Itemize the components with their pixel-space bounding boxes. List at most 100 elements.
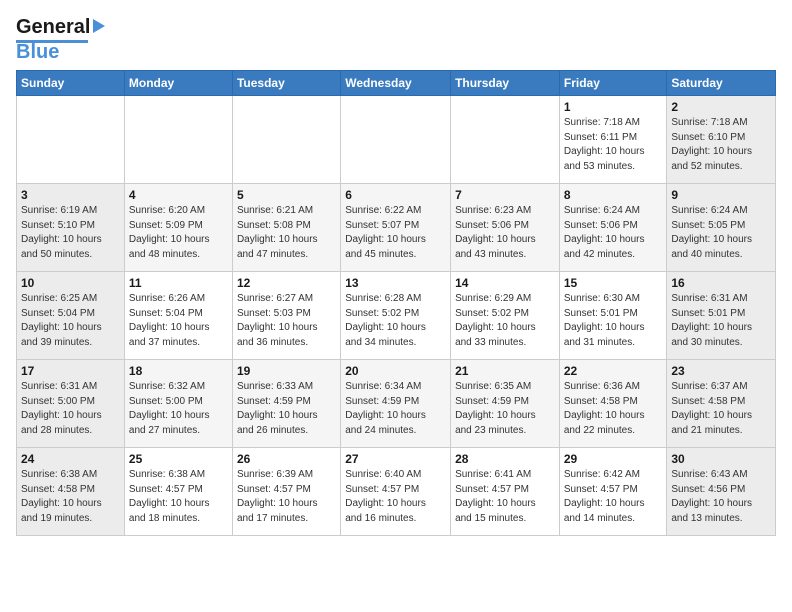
day-info: Sunrise: 6:31 AM Sunset: 5:01 PM Dayligh… xyxy=(671,292,771,350)
calendar-cell: 18 Sunrise: 6:32 AM Sunset: 5:00 PM Dayli… xyxy=(124,360,232,448)
calendar-cell: 11 Sunrise: 6:26 AM Sunset: 5:04 PM Dayli… xyxy=(124,272,232,360)
logo-blue: Blue xyxy=(16,41,59,64)
weekday-header: Thursday xyxy=(451,71,560,96)
day-number: 14 xyxy=(455,276,555,290)
page: General Blue SundayMondayTuesdayWednesda… xyxy=(0,0,792,552)
calendar-cell: 16 Sunrise: 6:31 AM Sunset: 5:01 PM Dayli… xyxy=(667,272,776,360)
calendar-cell: 15Sunrise: 6:30 AM Sunset: 5:01 PM Dayli… xyxy=(559,272,667,360)
calendar-cell: 30 Sunrise: 6:43 AM Sunset: 4:56 PM Dayli… xyxy=(667,448,776,536)
day-number: 2 xyxy=(671,100,771,114)
calendar-cell: 5 Sunrise: 6:21 AM Sunset: 5:08 PM Daylig… xyxy=(232,184,340,272)
calendar-week-row: 3Sunrise: 6:19 AM Sunset: 5:10 PM Daylig… xyxy=(17,184,776,272)
day-info: Sunrise: 6:42 AM Sunset: 4:57 PM Dayligh… xyxy=(564,468,663,526)
day-info: Sunrise: 6:28 AM Sunset: 5:02 PM Dayligh… xyxy=(345,292,446,350)
calendar-cell: 25 Sunrise: 6:38 AM Sunset: 4:57 PM Dayli… xyxy=(124,448,232,536)
day-info: Sunrise: 6:25 AM Sunset: 5:04 PM Dayligh… xyxy=(21,292,120,350)
day-number: 30 xyxy=(671,452,771,466)
day-number: 18 xyxy=(129,364,228,378)
calendar-cell: 21 Sunrise: 6:35 AM Sunset: 4:59 PM Dayli… xyxy=(451,360,560,448)
day-number: 19 xyxy=(237,364,336,378)
calendar-cell: 13 Sunrise: 6:28 AM Sunset: 5:02 PM Dayli… xyxy=(341,272,451,360)
day-info: Sunrise: 6:24 AM Sunset: 5:06 PM Dayligh… xyxy=(564,204,663,262)
calendar-cell: 6Sunrise: 6:22 AM Sunset: 5:07 PM Daylig… xyxy=(341,184,451,272)
day-number: 16 xyxy=(671,276,771,290)
day-info: Sunrise: 7:18 AM Sunset: 6:11 PM Dayligh… xyxy=(564,116,663,174)
calendar-week-row: 1 Sunrise: 7:18 AM Sunset: 6:11 PM Daylig… xyxy=(17,96,776,184)
calendar: SundayMondayTuesdayWednesdayThursdayFrid… xyxy=(16,70,776,536)
day-info: Sunrise: 6:41 AM Sunset: 4:57 PM Dayligh… xyxy=(455,468,555,526)
day-number: 22 xyxy=(564,364,663,378)
calendar-cell: 10 Sunrise: 6:25 AM Sunset: 5:04 PM Dayli… xyxy=(17,272,125,360)
calendar-cell: 4 Sunrise: 6:20 AM Sunset: 5:09 PM Daylig… xyxy=(124,184,232,272)
day-number: 1 xyxy=(564,100,663,114)
day-number: 26 xyxy=(237,452,336,466)
calendar-cell: 2Sunrise: 7:18 AM Sunset: 6:10 PM Daylig… xyxy=(667,96,776,184)
day-info: Sunrise: 6:30 AM Sunset: 5:01 PM Dayligh… xyxy=(564,292,663,350)
day-number: 23 xyxy=(671,364,771,378)
day-number: 20 xyxy=(345,364,446,378)
weekday-header: Saturday xyxy=(667,71,776,96)
day-number: 11 xyxy=(129,276,228,290)
day-info: Sunrise: 6:38 AM Sunset: 4:58 PM Dayligh… xyxy=(21,468,120,526)
calendar-cell: 24 Sunrise: 6:38 AM Sunset: 4:58 PM Dayli… xyxy=(17,448,125,536)
day-number: 27 xyxy=(345,452,446,466)
logo: General Blue xyxy=(16,16,105,64)
calendar-week-row: 17 Sunrise: 6:31 AM Sunset: 5:00 PM Dayli… xyxy=(17,360,776,448)
calendar-cell: 27 Sunrise: 6:40 AM Sunset: 4:57 PM Dayli… xyxy=(341,448,451,536)
calendar-cell: 29 Sunrise: 6:42 AM Sunset: 4:57 PM Dayli… xyxy=(559,448,667,536)
day-info: Sunrise: 6:26 AM Sunset: 5:04 PM Dayligh… xyxy=(129,292,228,350)
calendar-cell: 1 Sunrise: 7:18 AM Sunset: 6:11 PM Daylig… xyxy=(559,96,667,184)
day-number: 5 xyxy=(237,188,336,202)
day-number: 21 xyxy=(455,364,555,378)
day-info: Sunrise: 6:31 AM Sunset: 5:00 PM Dayligh… xyxy=(21,380,120,438)
day-info: Sunrise: 6:29 AM Sunset: 5:02 PM Dayligh… xyxy=(455,292,555,350)
day-info: Sunrise: 6:37 AM Sunset: 4:58 PM Dayligh… xyxy=(671,380,771,438)
day-number: 8 xyxy=(564,188,663,202)
day-info: Sunrise: 6:36 AM Sunset: 4:58 PM Dayligh… xyxy=(564,380,663,438)
day-info: Sunrise: 6:33 AM Sunset: 4:59 PM Dayligh… xyxy=(237,380,336,438)
day-info: Sunrise: 6:19 AM Sunset: 5:10 PM Dayligh… xyxy=(21,204,120,262)
header: General Blue xyxy=(16,10,776,64)
day-number: 24 xyxy=(21,452,120,466)
calendar-cell: 19 Sunrise: 6:33 AM Sunset: 4:59 PM Dayli… xyxy=(232,360,340,448)
calendar-cell xyxy=(124,96,232,184)
weekday-header: Wednesday xyxy=(341,71,451,96)
calendar-cell: 28 Sunrise: 6:41 AM Sunset: 4:57 PM Dayli… xyxy=(451,448,560,536)
day-info: Sunrise: 6:23 AM Sunset: 5:06 PM Dayligh… xyxy=(455,204,555,262)
day-number: 6 xyxy=(345,188,446,202)
day-info: Sunrise: 6:38 AM Sunset: 4:57 PM Dayligh… xyxy=(129,468,228,526)
day-info: Sunrise: 6:21 AM Sunset: 5:08 PM Dayligh… xyxy=(237,204,336,262)
day-number: 4 xyxy=(129,188,228,202)
day-number: 17 xyxy=(21,364,120,378)
calendar-cell xyxy=(232,96,340,184)
day-info: Sunrise: 6:24 AM Sunset: 5:05 PM Dayligh… xyxy=(671,204,771,262)
calendar-cell: 7 Sunrise: 6:23 AM Sunset: 5:06 PM Daylig… xyxy=(451,184,560,272)
day-info: Sunrise: 6:32 AM Sunset: 5:00 PM Dayligh… xyxy=(129,380,228,438)
calendar-week-row: 24 Sunrise: 6:38 AM Sunset: 4:58 PM Dayli… xyxy=(17,448,776,536)
day-number: 13 xyxy=(345,276,446,290)
weekday-header: Sunday xyxy=(17,71,125,96)
logo-general: General xyxy=(16,16,90,39)
day-info: Sunrise: 6:27 AM Sunset: 5:03 PM Dayligh… xyxy=(237,292,336,350)
day-number: 28 xyxy=(455,452,555,466)
day-number: 7 xyxy=(455,188,555,202)
calendar-header-row: SundayMondayTuesdayWednesdayThursdayFrid… xyxy=(17,71,776,96)
day-info: Sunrise: 6:43 AM Sunset: 4:56 PM Dayligh… xyxy=(671,468,771,526)
day-info: Sunrise: 6:20 AM Sunset: 5:09 PM Dayligh… xyxy=(129,204,228,262)
calendar-cell: 22 Sunrise: 6:36 AM Sunset: 4:58 PM Dayli… xyxy=(559,360,667,448)
calendar-cell: 9 Sunrise: 6:24 AM Sunset: 5:05 PM Daylig… xyxy=(667,184,776,272)
day-info: Sunrise: 6:35 AM Sunset: 4:59 PM Dayligh… xyxy=(455,380,555,438)
day-number: 29 xyxy=(564,452,663,466)
day-info: Sunrise: 6:40 AM Sunset: 4:57 PM Dayligh… xyxy=(345,468,446,526)
calendar-cell: 26Sunrise: 6:39 AM Sunset: 4:57 PM Dayli… xyxy=(232,448,340,536)
day-number: 12 xyxy=(237,276,336,290)
day-number: 10 xyxy=(21,276,120,290)
calendar-cell: 17 Sunrise: 6:31 AM Sunset: 5:00 PM Dayli… xyxy=(17,360,125,448)
day-number: 25 xyxy=(129,452,228,466)
calendar-cell: 12 Sunrise: 6:27 AM Sunset: 5:03 PM Dayli… xyxy=(232,272,340,360)
weekday-header: Tuesday xyxy=(232,71,340,96)
day-number: 9 xyxy=(671,188,771,202)
weekday-header: Monday xyxy=(124,71,232,96)
calendar-cell xyxy=(341,96,451,184)
calendar-week-row: 10 Sunrise: 6:25 AM Sunset: 5:04 PM Dayli… xyxy=(17,272,776,360)
